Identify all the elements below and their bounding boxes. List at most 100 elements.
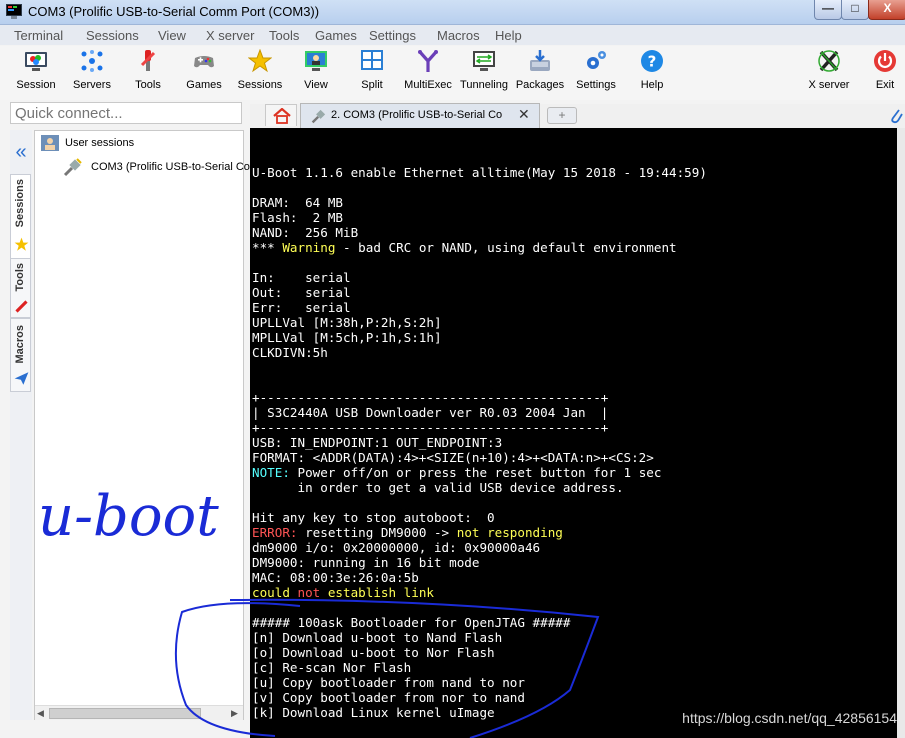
tab-com3-session[interactable]: 2. COM3 (Prolific USB-to-Serial Co ✕ (300, 103, 540, 128)
gear-icon (587, 51, 606, 69)
terminal-line: ERROR: resetting DM9000 -> not respondin… (252, 525, 563, 540)
packages-icon (530, 50, 550, 71)
menu-view[interactable]: View (158, 28, 186, 43)
help-icon: ? (641, 50, 663, 72)
scroll-thumb[interactable] (49, 708, 201, 719)
terminal-line: [v] Copy bootloader from nor to nand (252, 690, 525, 705)
terminal-line: | S3C2440A USB Downloader ver R0.03 2004… (252, 405, 609, 420)
terminal-line: NAND: 256 MiB (252, 225, 359, 240)
tools-icon (140, 50, 156, 71)
paper-plane-icon (14, 372, 29, 385)
sessions-button[interactable]: Sessions (232, 49, 288, 91)
svg-text:?: ? (648, 53, 657, 71)
session-button[interactable]: Session (8, 49, 64, 91)
multiexec-icon (418, 50, 438, 72)
collapse-sidebar-icon[interactable]: « (12, 142, 30, 164)
menu-terminal[interactable]: Terminal (14, 28, 63, 43)
menu-xserver[interactable]: X server (206, 28, 254, 43)
tab-sessions[interactable]: Sessions (10, 174, 31, 260)
xserver-button[interactable]: X server (801, 49, 857, 91)
tab-tools[interactable]: Tools (10, 258, 31, 318)
terminal-line: Flash: 2 MB (252, 210, 343, 225)
terminal-line: USB: IN_ENDPOINT:1 OUT_ENDPOINT:3 (252, 435, 503, 450)
menu-bar: Terminal Sessions View X server Tools Ga… (0, 25, 905, 45)
home-tab[interactable] (265, 104, 297, 126)
terminal-line: MAC: 08:00:3e:26:0a:5b (252, 570, 419, 585)
tab-macros[interactable]: Macros (10, 318, 31, 392)
servers-icon (81, 50, 103, 72)
split-icon (361, 50, 383, 70)
terminal-line: In: serial (252, 270, 351, 285)
attach-icon[interactable] (889, 106, 903, 124)
exit-button[interactable]: Exit (857, 49, 905, 91)
star-icon (14, 237, 29, 251)
terminal-line: NOTE: Power off/on or press the reset bu… (252, 465, 662, 480)
menu-help[interactable]: Help (495, 28, 522, 43)
terminal-line: [k] Download Linux kernel uImage (252, 705, 495, 720)
user-folder-icon (41, 135, 59, 151)
terminal-line: MPLLVal [M:5ch,P:1h,S:1h] (252, 330, 442, 345)
scroll-right-icon[interactable]: ▶ (231, 708, 238, 719)
split-button[interactable]: Split (344, 49, 400, 91)
multiexec-button[interactable]: MultiExec (400, 49, 456, 91)
view-icon (305, 51, 327, 71)
menu-sessions[interactable]: Sessions (86, 28, 139, 43)
packages-button[interactable]: Packages (512, 49, 568, 91)
tree-root-label: User sessions (65, 137, 135, 149)
settings-button[interactable]: Settings (568, 49, 624, 91)
terminal-line: could not establish link (252, 585, 434, 600)
terminal-line: [o] Download u-boot to Nor Flash (252, 645, 495, 660)
terminal-line: in order to get a valid USB device addre… (252, 480, 624, 495)
toolbar: Session Servers Tools Games Sessions Vie… (0, 46, 905, 100)
quick-connect-input[interactable] (15, 104, 235, 122)
tools-button[interactable]: Tools (120, 49, 176, 91)
view-button[interactable]: View (288, 49, 344, 91)
star-icon (248, 49, 272, 73)
menu-tools[interactable]: Tools (269, 28, 299, 43)
sessions-tree: User sessions COM3 (Prolific USB-to-Seri… (34, 130, 250, 720)
terminal-line: [u] Copy bootloader from nand to nor (252, 675, 525, 690)
window-title: COM3 (Prolific USB-to-Serial Comm Port (… (28, 4, 320, 19)
menu-macros[interactable]: Macros (437, 28, 480, 43)
games-button[interactable]: Games (176, 49, 232, 91)
serial-plug-icon (63, 158, 82, 177)
title-bar: COM3 (Prolific USB-to-Serial Comm Port (… (0, 0, 905, 25)
menu-games[interactable]: Games (315, 28, 357, 43)
minimize-button[interactable]: — (814, 0, 842, 20)
serial-plug-icon (311, 109, 326, 124)
terminal-line: Hit any key to stop autoboot: 0 (252, 510, 495, 525)
terminal-line: +---------------------------------------… (252, 390, 609, 405)
gamepad-icon (194, 56, 214, 68)
terminal-line: DRAM: 64 MB (252, 195, 343, 210)
new-tab-button[interactable]: + (547, 107, 577, 124)
maximize-button[interactable]: □ (841, 0, 869, 20)
terminal-line: +---------------------------------------… (252, 420, 609, 435)
terminal-output[interactable]: U-Boot 1.1.6 enable Ethernet alltime(May… (250, 128, 897, 738)
terminal-line: U-Boot 1.1.6 enable Ethernet alltime(May… (252, 165, 707, 180)
tree-item-label: COM3 (Prolific USB-to-Serial Co (91, 161, 250, 173)
terminal-line: UPLLVal [M:38h,P:2h,S:2h] (252, 315, 442, 330)
terminal-line: CLKDIVN:5h (252, 345, 328, 360)
close-tab-icon[interactable]: ✕ (518, 106, 530, 123)
tunneling-button[interactable]: Tunneling (456, 49, 512, 91)
help-button[interactable]: ? Help (624, 49, 680, 91)
terminal-line: Out: serial (252, 285, 351, 300)
close-button[interactable]: X (868, 0, 905, 20)
servers-button[interactable]: Servers (64, 49, 120, 91)
tree-item-com3[interactable]: COM3 (Prolific USB-to-Serial Co (63, 157, 250, 177)
warning-keyword: Warning (282, 240, 336, 255)
scroll-left-icon[interactable]: ◀ (37, 708, 44, 719)
note-keyword: NOTE: (252, 465, 290, 480)
tree-horizontal-scrollbar[interactable]: ◀ ▶ (35, 705, 243, 720)
app-icon (6, 4, 22, 19)
terminal-scrollbar[interactable] (897, 128, 905, 738)
terminal-text: U-Boot 1.1.6 enable Ethernet alltime(May… (252, 150, 707, 720)
home-icon (273, 108, 291, 124)
menu-settings[interactable]: Settings (369, 28, 416, 43)
